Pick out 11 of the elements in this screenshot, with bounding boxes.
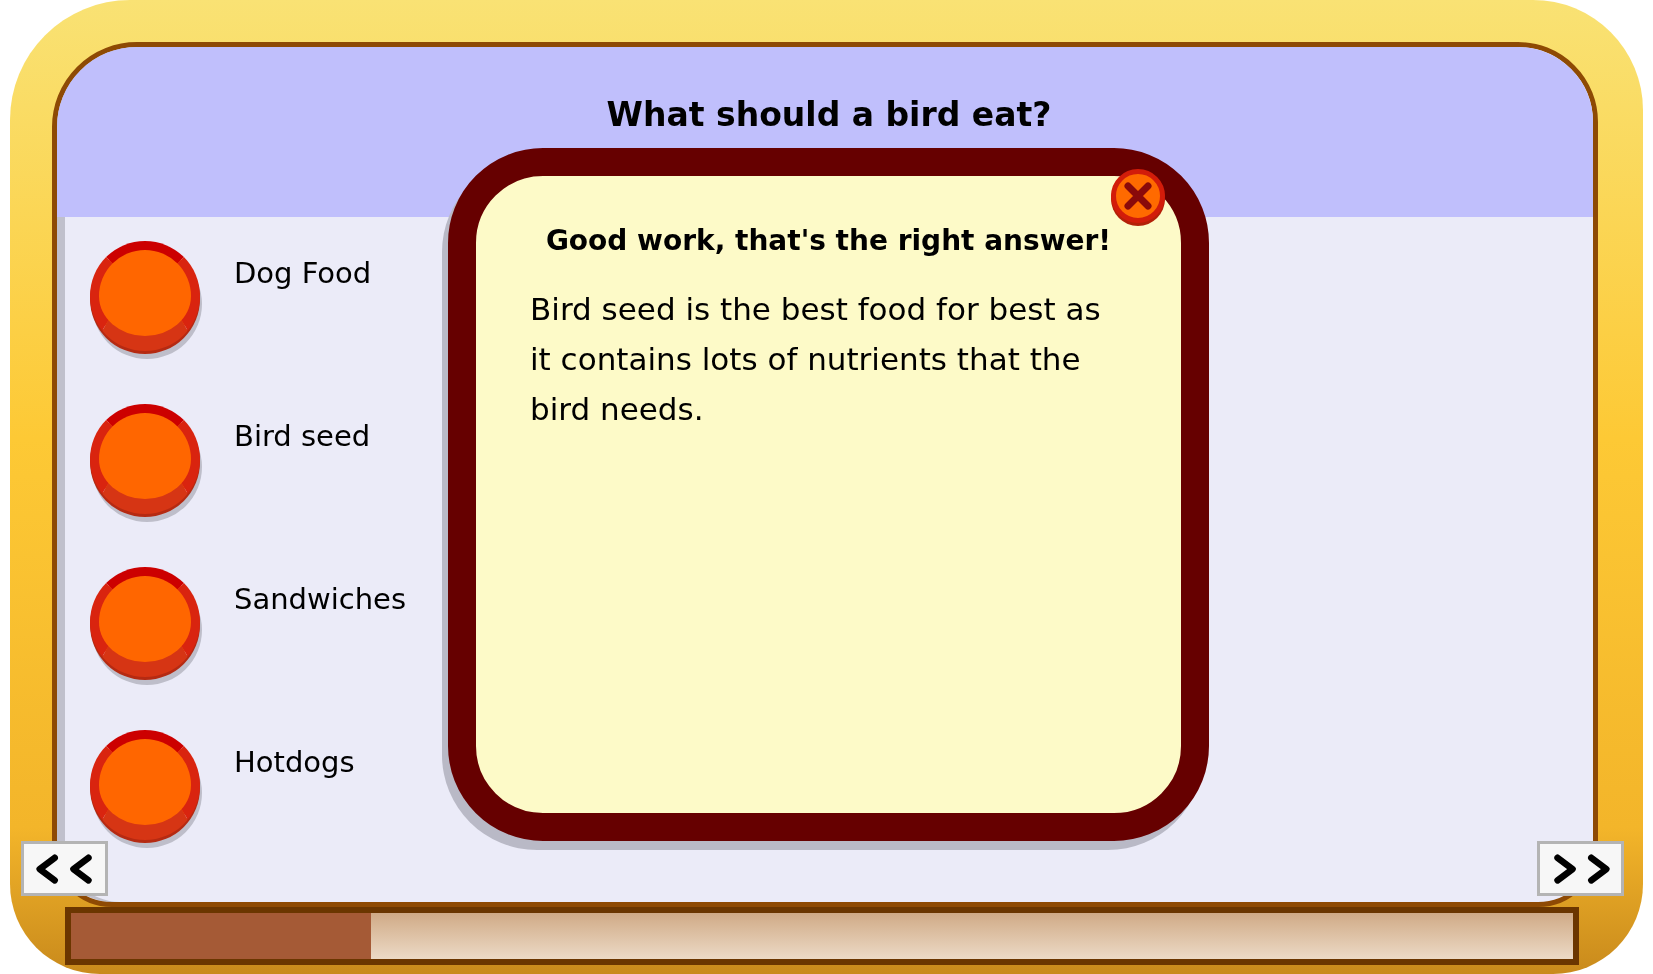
answer-label: Sandwiches bbox=[234, 581, 407, 617]
previous-button[interactable] bbox=[21, 841, 108, 896]
next-button[interactable] bbox=[1537, 841, 1624, 896]
answer-label: Dog Food bbox=[234, 255, 372, 291]
answer-label: Hotdogs bbox=[234, 744, 355, 780]
feedback-heading: Good work, that's the right answer! bbox=[544, 223, 1113, 259]
question-title: What should a bird eat? bbox=[605, 95, 1052, 135]
answer-label: Bird seed bbox=[234, 418, 371, 454]
close-button[interactable] bbox=[1111, 169, 1165, 223]
feedback-text: Bird seed is the best food for best as it contains lots of nutrients that the bird needs. bbox=[530, 290, 1102, 429]
close-icon bbox=[1123, 181, 1153, 211]
